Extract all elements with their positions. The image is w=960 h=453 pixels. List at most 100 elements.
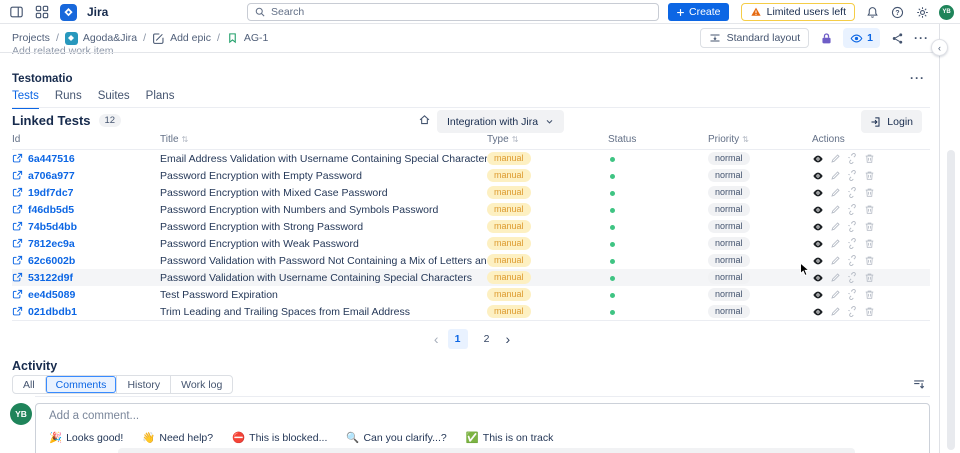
table-row[interactable]: 62c6002b Password Validation with Passwo… [12, 252, 930, 269]
view-eye-icon[interactable] [812, 170, 824, 182]
user-avatar[interactable]: YB [939, 4, 954, 20]
page-2-button[interactable]: 2 [477, 329, 497, 349]
table-row[interactable]: 021dbdb1 Trim Leading and Trailing Space… [12, 303, 930, 320]
sidebar-toggle-icon[interactable] [8, 4, 24, 20]
unlink-icon[interactable] [847, 153, 858, 164]
quick-reply-blocked[interactable]: ⛔ This is blocked... [232, 431, 327, 445]
delete-trash-icon[interactable] [864, 238, 875, 249]
delete-trash-icon[interactable] [864, 272, 875, 283]
delete-trash-icon[interactable] [864, 153, 875, 164]
next-page-icon[interactable]: › [506, 332, 511, 346]
breadcrumb-epic[interactable]: Add epic [152, 32, 211, 45]
tab-work-log[interactable]: Work log [170, 376, 232, 393]
table-row[interactable]: ee4d5089 Test Password Expiration manual… [12, 286, 930, 303]
test-id-link[interactable]: 53122d9f [28, 272, 73, 284]
edit-icon[interactable] [830, 221, 841, 232]
header-priority[interactable]: Priority ⇅ [708, 134, 812, 145]
header-status[interactable]: Status [608, 134, 708, 145]
unlink-icon[interactable] [847, 221, 858, 232]
prev-page-icon[interactable]: ‹ [434, 332, 439, 346]
test-id-link[interactable]: 74b5d4bb [28, 221, 77, 233]
unlink-icon[interactable] [847, 187, 858, 198]
unlink-icon[interactable] [847, 289, 858, 300]
test-id-link[interactable]: a706a977 [28, 170, 75, 182]
view-eye-icon[interactable] [812, 306, 824, 318]
delete-trash-icon[interactable] [864, 221, 875, 232]
table-row[interactable]: a706a977 Password Encryption with Empty … [12, 167, 930, 184]
quick-reply-clarify[interactable]: 🔍 Can you clarify...? [346, 431, 446, 445]
share-icon[interactable] [889, 30, 905, 46]
view-eye-icon[interactable] [812, 204, 824, 216]
quick-reply-looks-good[interactable]: 🎉 Looks good! [49, 431, 123, 445]
notifications-icon[interactable] [864, 4, 880, 20]
login-button[interactable]: Login [861, 110, 922, 133]
panel-more-icon[interactable]: ··· [910, 71, 925, 85]
home-icon[interactable] [418, 113, 431, 131]
comment-sort-icon[interactable] [912, 377, 926, 396]
test-id-link[interactable]: 62c6002b [28, 255, 75, 267]
view-eye-icon[interactable] [812, 289, 824, 301]
tab-all[interactable]: All [13, 376, 45, 393]
delete-trash-icon[interactable] [864, 306, 875, 317]
tab-comments[interactable]: Comments [44, 376, 117, 393]
integration-dropdown[interactable]: Integration with Jira [437, 110, 565, 133]
test-id-link[interactable]: ee4d5089 [28, 289, 75, 301]
collapse-panel-button[interactable]: ‹ [931, 39, 948, 56]
test-id-link[interactable]: 021dbdb1 [28, 306, 77, 318]
table-row[interactable]: 74b5d4bb Password Encryption with Strong… [12, 218, 930, 235]
unlink-icon[interactable] [847, 170, 858, 181]
test-id-link[interactable]: 6a447516 [28, 153, 75, 165]
edit-icon[interactable] [830, 153, 841, 164]
create-button[interactable]: Create [668, 3, 729, 21]
breadcrumb-issue[interactable]: AG-1 [226, 32, 268, 45]
edit-icon[interactable] [830, 187, 841, 198]
breadcrumb-project[interactable]: Agoda&Jira [64, 31, 137, 45]
edit-icon[interactable] [830, 204, 841, 215]
settings-gear-icon[interactable] [914, 4, 930, 20]
unlink-icon[interactable] [847, 272, 858, 283]
edit-icon[interactable] [830, 255, 841, 266]
breadcrumb-projects[interactable]: Projects [12, 32, 50, 44]
quick-reply-need-help[interactable]: 👋 Need help? [142, 431, 213, 445]
test-id-link[interactable]: 19df7dc7 [28, 187, 74, 199]
jira-logo-icon[interactable] [60, 3, 77, 21]
search-input[interactable]: Search [247, 3, 659, 21]
view-eye-icon[interactable] [812, 187, 824, 199]
edit-icon[interactable] [830, 170, 841, 181]
watchers-button[interactable]: 1 [843, 28, 880, 48]
unlink-icon[interactable] [847, 306, 858, 317]
help-icon[interactable]: ? [889, 4, 905, 20]
comment-placeholder[interactable]: Add a comment... [49, 410, 139, 422]
table-row[interactable]: 7812ec9a Password Encryption with Weak P… [12, 235, 930, 252]
page-1-button[interactable]: 1 [447, 329, 468, 349]
table-row[interactable]: 53122d9f Password Validation with Userna… [12, 269, 930, 286]
header-type[interactable]: Type ⇅ [487, 134, 608, 145]
edit-icon[interactable] [830, 272, 841, 283]
app-switcher-icon[interactable] [34, 4, 50, 20]
test-id-link[interactable]: f46db5d5 [28, 204, 74, 216]
view-eye-icon[interactable] [812, 272, 824, 284]
unlink-icon[interactable] [847, 255, 858, 266]
edit-icon[interactable] [830, 238, 841, 249]
table-row[interactable]: 6a447516 Email Address Validation with U… [12, 150, 930, 167]
table-row[interactable]: f46db5d5 Password Encryption with Number… [12, 201, 930, 218]
standard-layout-button[interactable]: Standard layout [699, 28, 810, 48]
header-title[interactable]: Title ⇅ [160, 134, 487, 145]
view-eye-icon[interactable] [812, 153, 824, 165]
unlink-icon[interactable] [847, 238, 858, 249]
table-row[interactable]: 19df7dc7 Password Encryption with Mixed … [12, 184, 930, 201]
view-eye-icon[interactable] [812, 238, 824, 250]
delete-trash-icon[interactable] [864, 187, 875, 198]
header-id[interactable]: Id [12, 134, 160, 145]
delete-trash-icon[interactable] [864, 289, 875, 300]
lock-icon[interactable] [818, 30, 834, 46]
quick-reply-on-track[interactable]: ✅ This is on track [466, 431, 554, 445]
scrollbar[interactable] [947, 150, 955, 450]
delete-trash-icon[interactable] [864, 170, 875, 181]
test-id-link[interactable]: 7812ec9a [28, 238, 75, 250]
delete-trash-icon[interactable] [864, 255, 875, 266]
edit-icon[interactable] [830, 289, 841, 300]
unlink-icon[interactable] [847, 204, 858, 215]
view-eye-icon[interactable] [812, 221, 824, 233]
comment-box[interactable]: Add a comment... 🎉 Looks good! 👋 Need he… [35, 403, 930, 453]
